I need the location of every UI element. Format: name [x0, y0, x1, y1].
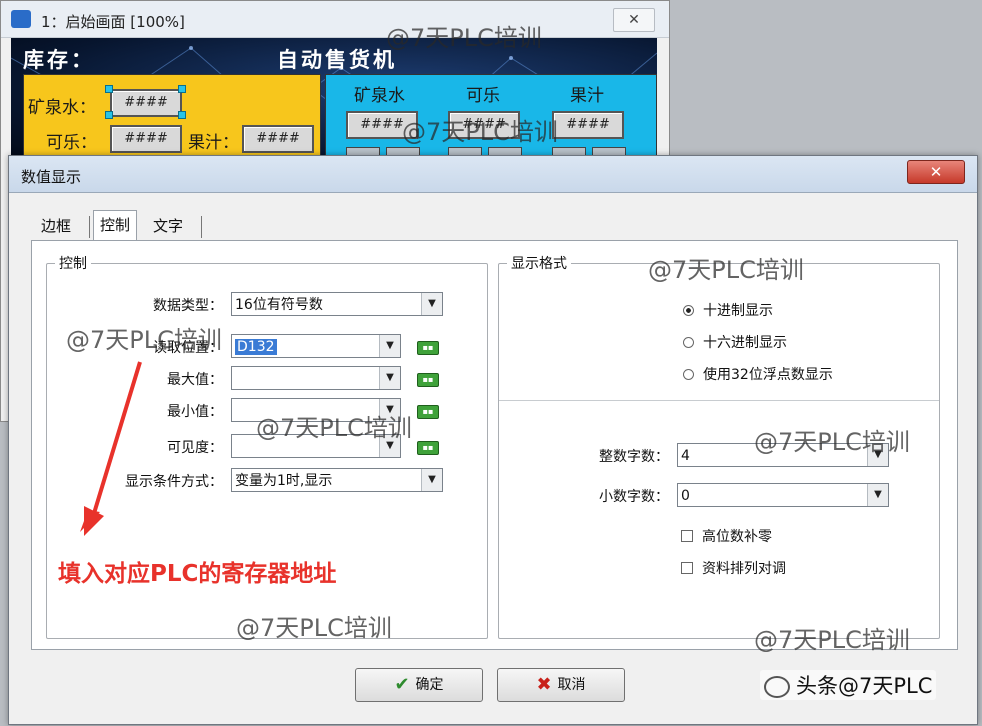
hmi-canvas[interactable]: 库存： 自动售货机 矿泉水： #### 可乐： #### 果汁： #### 矿泉…: [11, 38, 657, 158]
vend-juice-field[interactable]: ####: [552, 111, 624, 139]
source-credit: 头条@7天PLC: [760, 670, 937, 700]
dialog-close-button[interactable]: ✕: [907, 160, 965, 184]
address-picker-icon[interactable]: ▪▪: [417, 341, 439, 355]
checkbox-swap-bytes-label: 资料排列对调: [702, 561, 786, 577]
annotation-text: 填入对应PLC的寄存器地址: [58, 561, 337, 587]
address-picker-icon[interactable]: ▪▪: [417, 405, 439, 419]
radio-selected-icon[interactable]: [683, 304, 694, 316]
address-picker-icon[interactable]: ▪▪: [417, 373, 439, 387]
editor-close-button[interactable]: ✕: [613, 8, 655, 32]
chevron-down-icon[interactable]: ▼: [379, 399, 400, 421]
vend-water-field[interactable]: ####: [346, 111, 418, 139]
tab-separator: [201, 216, 202, 238]
tab-control[interactable]: 控制: [93, 210, 138, 241]
cancel-button-label: 取消: [557, 677, 586, 693]
chevron-down-icon[interactable]: ▼: [379, 435, 400, 457]
decimal-digits-select[interactable]: 0 ▼: [677, 483, 889, 507]
toutiao-logo-icon: [764, 676, 790, 698]
dialog-titlebar: 数值显示 ✕: [9, 156, 977, 193]
data-type-select[interactable]: 16位有符号数 ▼: [231, 292, 443, 316]
tab-separator: [89, 216, 90, 238]
max-value-select[interactable]: ▼: [231, 366, 401, 390]
decimal-digits-label: 小数字数：: [599, 489, 669, 505]
min-value-label: 最小值：: [167, 404, 223, 420]
min-value-select[interactable]: ▼: [231, 398, 401, 422]
read-address-value: D132: [235, 339, 277, 355]
stock-cola-label: 可乐：: [46, 133, 97, 153]
checkbox-zero-pad-label: 高位数补零: [702, 529, 772, 545]
display-format-legend: 显示格式: [507, 253, 571, 273]
checkmark-icon: ✔: [394, 674, 410, 695]
checkbox-icon[interactable]: [681, 562, 693, 574]
chevron-down-icon[interactable]: ▼: [379, 367, 400, 389]
read-address-label: 读取位置：: [153, 340, 223, 356]
display-format-group: 显示格式 十进制显示 十六进制显示 使用32位浮点数显示 整数字数： 4 ▼ 小…: [498, 253, 940, 639]
radio-decimal-label: 十进制显示: [703, 303, 773, 319]
vend-cola-label: 可乐: [466, 86, 500, 106]
stock-cola-field[interactable]: ####: [110, 125, 182, 153]
cancel-button[interactable]: ✖ 取消: [497, 668, 625, 702]
radio-decimal[interactable]: 十进制显示: [683, 300, 773, 320]
tab-page-control: 控制 数据类型： 16位有符号数 ▼ 读取位置： D132 ▼ ▪▪ 最大值： …: [31, 240, 958, 650]
editor-titlebar: 1：启始画面 [100%] ✕: [1, 1, 669, 38]
display-condition-value: 变量为1时,显示: [235, 473, 333, 489]
checkbox-zero-pad[interactable]: 高位数补零: [681, 526, 772, 546]
selection-handle[interactable]: [105, 111, 113, 119]
radio-float32[interactable]: 使用32位浮点数显示: [683, 364, 833, 384]
dialog-title: 数值显示: [21, 168, 82, 186]
stock-juice-field[interactable]: ####: [242, 125, 314, 153]
selection-handle[interactable]: [178, 111, 186, 119]
radio-unselected-icon[interactable]: [683, 336, 694, 348]
checkbox-swap-bytes[interactable]: 资料排列对调: [681, 558, 786, 578]
chevron-down-icon[interactable]: ▼: [421, 293, 442, 315]
source-credit-text: 头条@7天PLC: [796, 674, 933, 698]
read-address-select[interactable]: D132 ▼: [231, 334, 401, 358]
tab-border[interactable]: 边框: [35, 214, 77, 238]
stock-juice-label: 果汁：: [188, 133, 239, 153]
vending-panel: 矿泉水 可乐 果汁 #### #### ####: [325, 74, 657, 158]
visibility-label: 可见度：: [167, 440, 223, 456]
chevron-down-icon[interactable]: ▼: [867, 484, 888, 506]
vend-cola-field[interactable]: ####: [448, 111, 520, 139]
radio-hex[interactable]: 十六进制显示: [683, 332, 787, 352]
chevron-down-icon[interactable]: ▼: [421, 469, 442, 491]
control-group-legend: 控制: [55, 253, 91, 273]
group-divider: [499, 400, 939, 401]
data-type-value: 16位有符号数: [235, 297, 323, 313]
close-icon: ✖: [536, 674, 552, 695]
chevron-down-icon[interactable]: ▼: [867, 444, 888, 466]
integer-digits-select[interactable]: 4 ▼: [677, 443, 889, 467]
visibility-select[interactable]: ▼: [231, 434, 401, 458]
selection-handle[interactable]: [105, 85, 113, 93]
radio-unselected-icon[interactable]: [683, 368, 694, 380]
decimal-digits-value: 0: [681, 488, 690, 504]
max-value-label: 最大值：: [167, 372, 223, 388]
stock-water-label: 矿泉水：: [28, 98, 96, 118]
display-condition-select[interactable]: 变量为1时,显示 ▼: [231, 468, 443, 492]
checkbox-icon[interactable]: [681, 530, 693, 542]
editor-title: 1：启始画面 [100%]: [41, 13, 185, 31]
numeric-display-dialog: 数值显示 ✕ 边框 控制 文字 控制 数据类型： 16位有符号数 ▼ 读取位置：…: [8, 155, 978, 725]
integer-digits-label: 整数字数：: [599, 449, 669, 465]
tab-text[interactable]: 文字: [147, 214, 189, 238]
radio-float32-label: 使用32位浮点数显示: [703, 367, 833, 383]
display-condition-label: 显示条件方式：: [125, 474, 223, 490]
stock-header: 库存：: [23, 47, 95, 72]
selection-handle[interactable]: [178, 85, 186, 93]
vend-water-label: 矿泉水: [354, 86, 405, 106]
radio-hex-label: 十六进制显示: [703, 335, 787, 351]
data-type-label: 数据类型：: [153, 298, 223, 314]
integer-digits-value: 4: [681, 448, 690, 464]
vend-juice-label: 果汁: [570, 86, 604, 106]
vending-header: 自动售货机: [277, 47, 397, 72]
stock-water-field[interactable]: ####: [110, 89, 182, 117]
chevron-down-icon[interactable]: ▼: [379, 335, 400, 357]
ok-button-label: 确定: [415, 677, 444, 693]
address-picker-icon[interactable]: ▪▪: [417, 441, 439, 455]
app-icon: [11, 10, 31, 28]
stock-panel: 矿泉水： #### 可乐： #### 果汁： ####: [23, 74, 321, 158]
ok-button[interactable]: ✔ 确定: [355, 668, 483, 702]
